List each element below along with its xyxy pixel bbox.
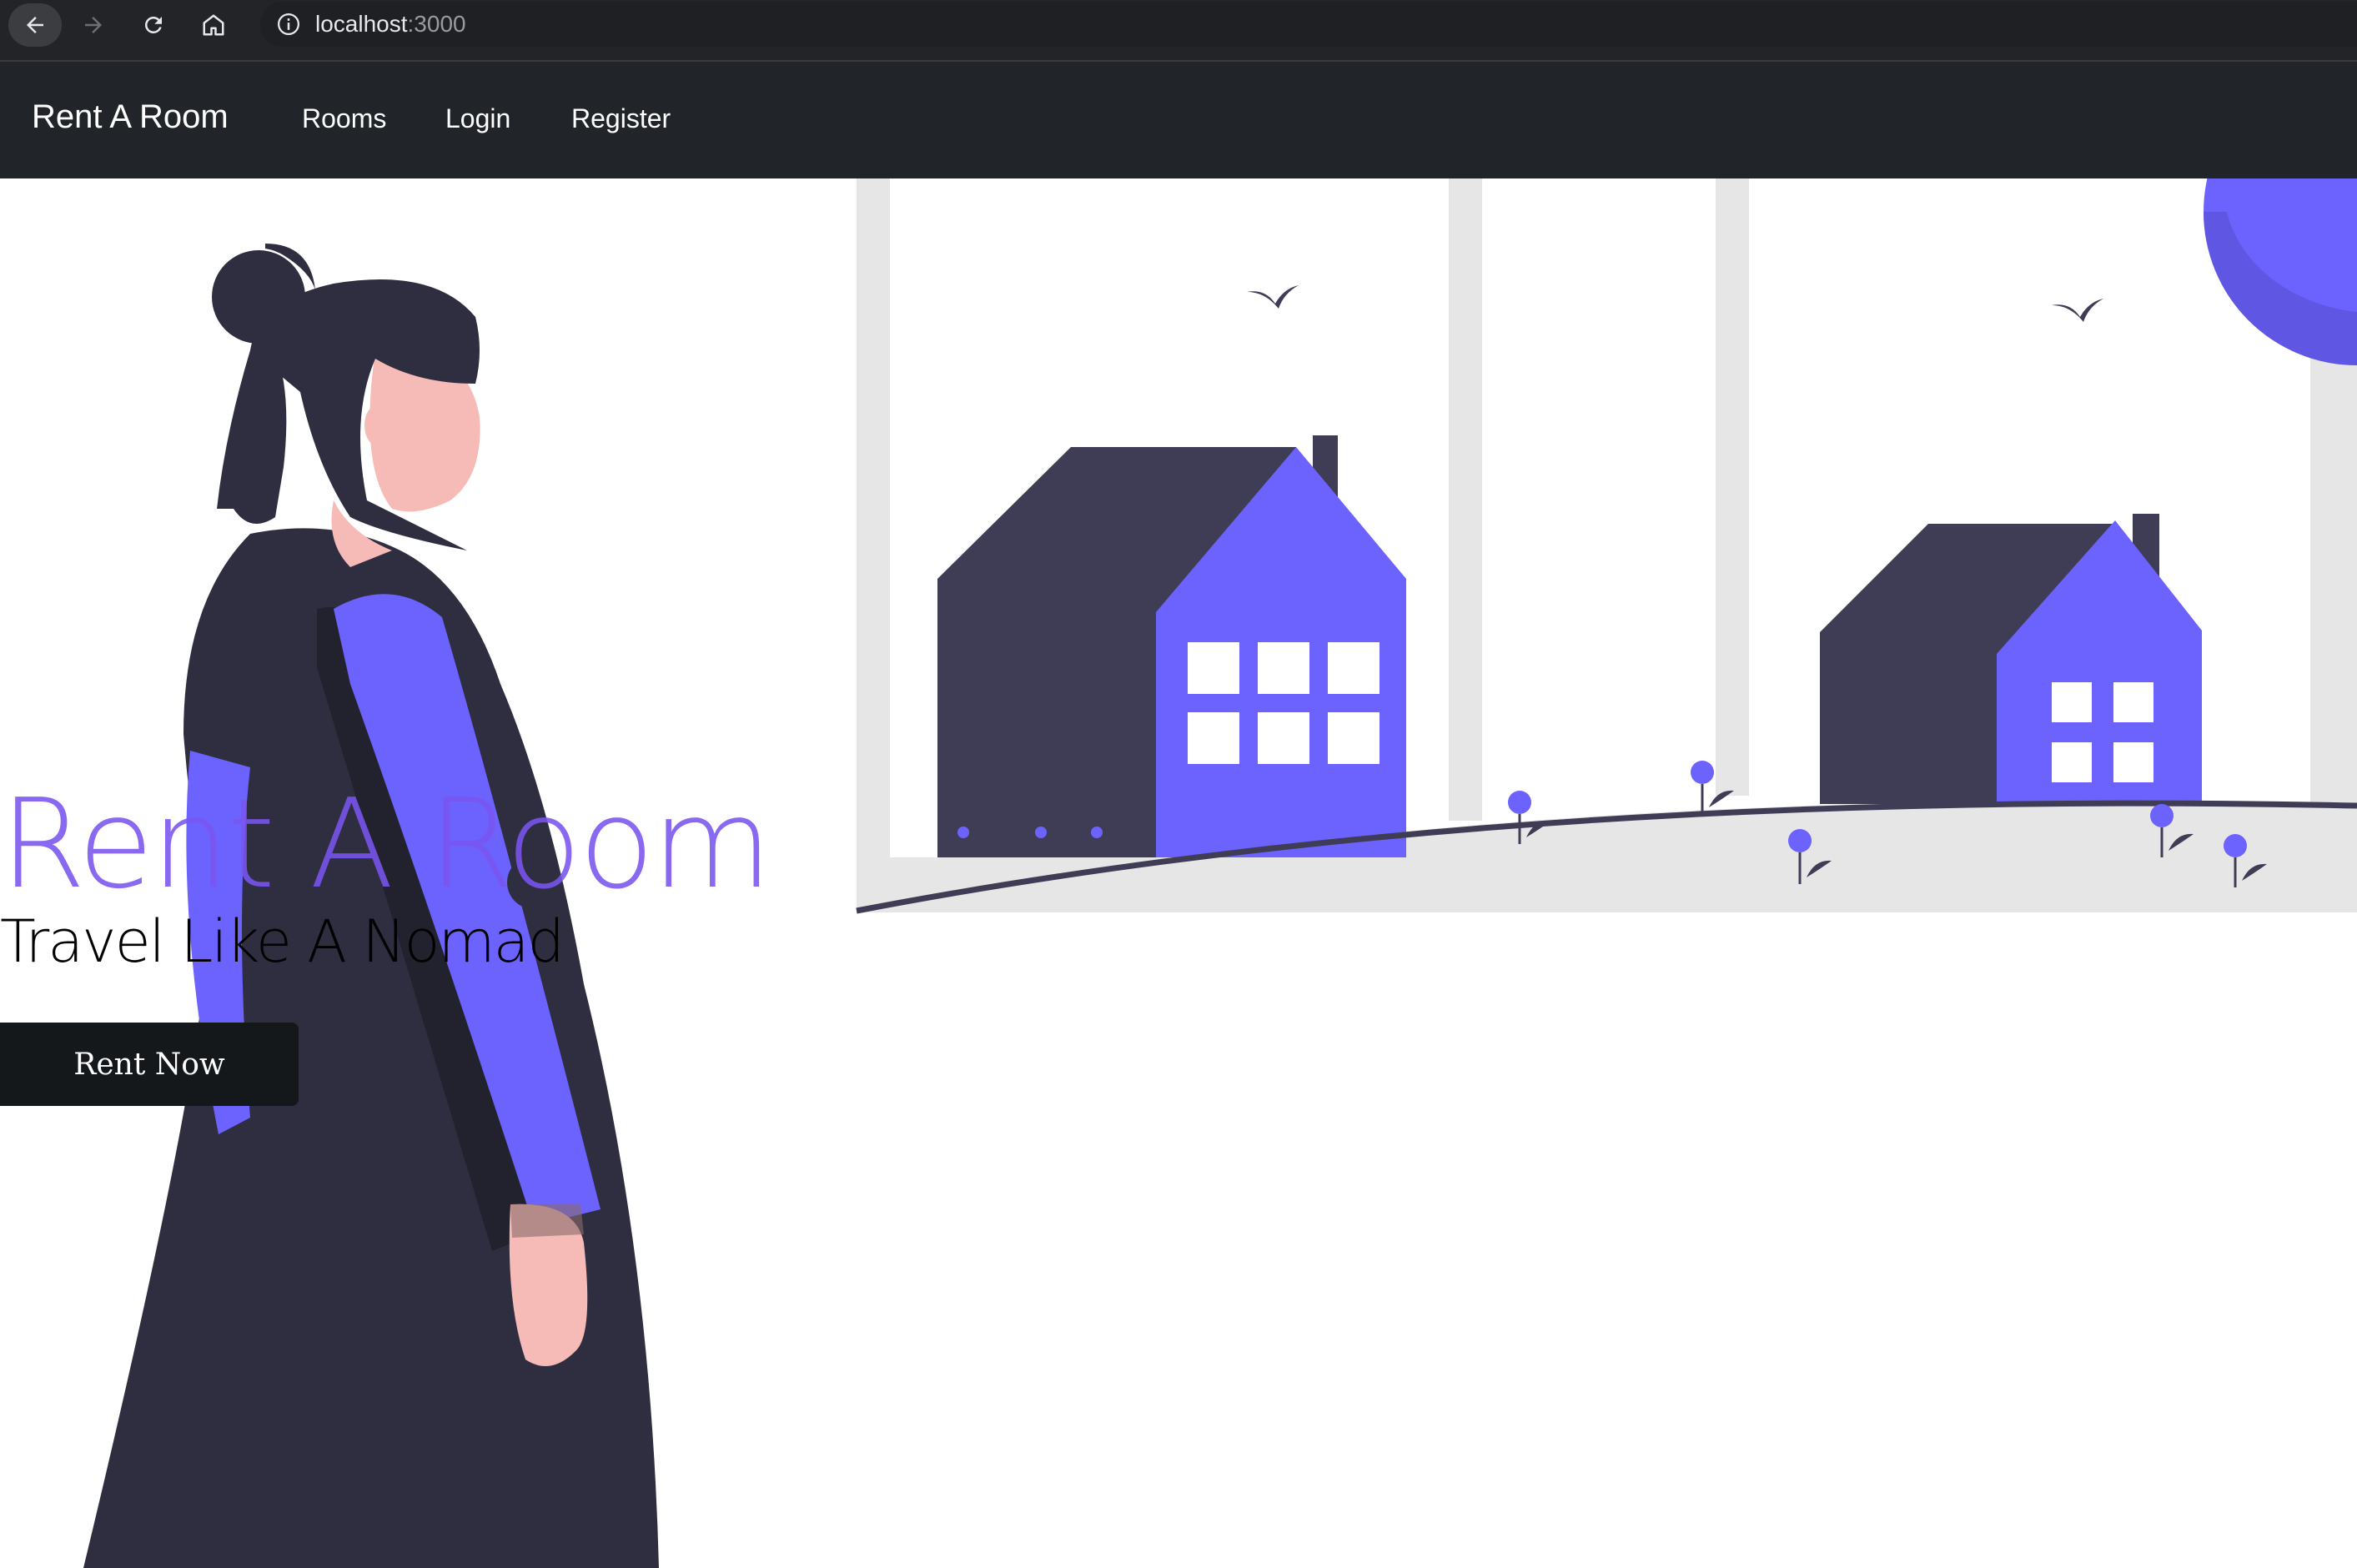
arrow-left-icon (27, 17, 43, 33)
nav-link-register[interactable]: Register (571, 103, 671, 134)
home-icon (203, 14, 224, 36)
browser-toolbar: localhost:3000 (0, 0, 2357, 62)
url-text: localhost:3000 (315, 11, 466, 38)
url-host: localhost (315, 11, 408, 37)
arrow-right-icon (85, 17, 102, 33)
nav-link-login[interactable]: Login (445, 103, 510, 134)
forward-button[interactable] (67, 3, 120, 47)
window-mullion-3 (2310, 312, 2357, 812)
house-large (937, 435, 1406, 857)
bird-icon (2052, 299, 2103, 322)
navbar-brand[interactable]: Rent A Room (32, 98, 229, 136)
info-icon[interactable] (272, 8, 305, 41)
url-port: :3000 (407, 11, 466, 37)
site-navbar: Rent A Room Rooms Login Register (0, 62, 2357, 178)
hero-subtitle: Travel Like A Nomad (0, 907, 565, 976)
rent-now-button[interactable]: Rent Now (0, 1023, 299, 1106)
window-mullion-2 (1716, 178, 1749, 796)
reload-icon (144, 16, 162, 33)
window-mullion-1 (1449, 178, 1482, 821)
home-button[interactable] (187, 3, 240, 47)
reload-button[interactable] (127, 3, 180, 47)
hair-bun (212, 250, 305, 344)
hair (217, 350, 287, 524)
bird-icon (1247, 285, 1299, 309)
house-small (1820, 514, 2202, 804)
address-bar[interactable]: localhost:3000 (260, 2, 2357, 47)
hero-title: Rent A Room (0, 772, 772, 916)
nav-link-rooms[interactable]: Rooms (302, 103, 386, 134)
window-frame-left (857, 178, 890, 912)
back-button[interactable] (8, 3, 62, 47)
